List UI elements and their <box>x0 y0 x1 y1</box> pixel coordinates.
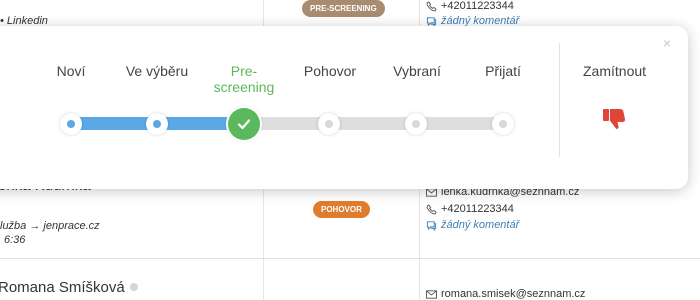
candidate-comment-link[interactable]: žádný komentář <box>426 219 519 231</box>
checkmark-icon <box>237 119 251 130</box>
row-divider <box>0 258 700 259</box>
stage-node-vybrani[interactable] <box>405 113 427 135</box>
stage-node-novi[interactable] <box>60 113 82 135</box>
reject-divider <box>559 43 560 157</box>
candidate-phone: +42011223344 <box>426 0 514 12</box>
candidate-email: romana.smisek@seznnam.cz <box>426 288 585 300</box>
stage-label-vybrani[interactable]: Vybraní <box>385 63 449 79</box>
stage-node-pohovor[interactable] <box>318 113 340 135</box>
status-badge[interactable]: POHOVOR <box>313 201 370 218</box>
thumbs-down-icon <box>603 109 626 129</box>
comment-icon <box>426 220 437 231</box>
mail-icon <box>426 289 437 299</box>
progress-track-remaining <box>245 117 503 130</box>
phone-icon <box>426 0 437 11</box>
stage-label-novi[interactable]: Noví <box>45 63 97 79</box>
candidate-phone: +42011223344 <box>426 203 514 215</box>
candidate-name[interactable]: Romana Smíšková <box>0 279 138 296</box>
close-icon[interactable]: × <box>663 36 671 50</box>
presence-dot <box>129 283 138 291</box>
reject-label[interactable]: Zamítnout <box>583 63 646 79</box>
stage-node-ve-vyberu[interactable] <box>146 113 168 135</box>
stage-label-ve-vyberu[interactable]: Ve výběru <box>118 63 196 79</box>
stage-picker-popup <box>0 26 688 189</box>
status-badge[interactable]: PRE-SCREENING <box>302 0 385 17</box>
stage-node-pre-screening[interactable] <box>228 108 260 140</box>
reject-button[interactable] <box>601 105 627 131</box>
stage-label-prijati[interactable]: Přijatí <box>473 63 533 79</box>
stage-label-pohovor[interactable]: Pohovor <box>298 63 362 79</box>
candidate-time: 6:36 <box>4 234 26 246</box>
phone-icon <box>426 203 437 214</box>
stage-node-prijati[interactable] <box>492 113 514 135</box>
candidate-source: lužba → jenprace.cz <box>0 220 100 232</box>
comment-icon <box>426 16 437 27</box>
stage-label-pre-screening[interactable]: Pre-screening <box>212 63 276 95</box>
